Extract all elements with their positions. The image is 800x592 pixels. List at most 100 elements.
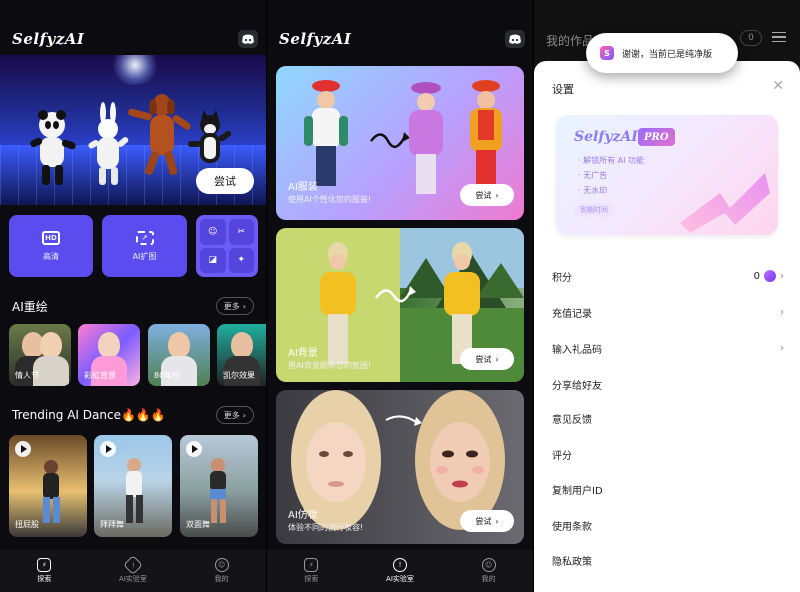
row-label: 评分 <box>552 450 572 462</box>
discord-icon[interactable] <box>238 30 258 48</box>
dance-item-twerk[interactable]: 扭屁股 <box>9 435 87 537</box>
app-s-icon: S <box>600 46 614 60</box>
tab-label: 探索 <box>304 575 319 583</box>
settings-row-points[interactable]: 积分 0 › <box>552 266 784 286</box>
row-label: 输入礼品码 <box>552 344 602 356</box>
menu-icon[interactable] <box>772 32 786 42</box>
pro-feature: · 解锁所有 AI 功能 <box>578 156 645 165</box>
face-swap-icon[interactable]: ☺ <box>200 219 226 245</box>
settings-row-rate[interactable]: 评分 <box>552 444 784 464</box>
ai-background-try-button[interactable]: 尝试 › <box>460 348 514 370</box>
explore-icon: ⚡ <box>37 558 52 572</box>
ai-lab-screen: SelfyzAI AI服装 使用AI个性化您的服装! 尝试 › AI背景 用AI背… <box>267 0 533 592</box>
row-label: 隐私政策 <box>552 556 592 568</box>
dance-item-double[interactable]: 双面舞 <box>180 435 258 537</box>
chevron-right-icon: › <box>495 354 499 364</box>
hd-tool-tile[interactable]: HD 高清 <box>9 215 93 277</box>
tab-label: 我的 <box>481 575 496 583</box>
hero-try-button[interactable]: 尝试 <box>196 168 254 194</box>
discord-icon[interactable] <box>505 30 525 48</box>
settings-title: 设置 <box>552 83 574 96</box>
profile-settings-screen: 我的作品 0 S 谢谢，当前已是纯净版 设置 ✕ SelfyzAI PRO · … <box>534 0 800 592</box>
tab-profile[interactable]: ☺ 我的 <box>459 558 519 584</box>
remove-object-icon[interactable]: ✂ <box>228 219 254 245</box>
eraser-icon[interactable]: ◪ <box>200 247 226 273</box>
card-title: AI背景 <box>288 348 318 359</box>
redraw-item-valentine[interactable]: 情人节 <box>9 324 71 386</box>
settings-row-privacy[interactable]: 隐私政策 <box>552 550 784 570</box>
chevron-right-icon: › <box>495 190 499 200</box>
more-tools-grid[interactable]: ☺ ✂ ◪ ✦ <box>196 215 258 277</box>
enhance-icon[interactable]: ✦ <box>228 247 254 273</box>
profile-icon: ☺ <box>481 558 496 572</box>
tab-ai-lab[interactable]: ! AI实验室 <box>370 558 430 584</box>
row-label: 意见反馈 <box>552 414 592 426</box>
row-label: 分享给好友 <box>552 380 602 392</box>
button-label: 尝试 <box>475 354 492 364</box>
chevron-right-icon: › <box>495 516 499 526</box>
settings-row-recharge-history[interactable]: 充值记录 › <box>552 302 784 322</box>
chevron-right-icon: › <box>780 306 784 318</box>
expand-icon: ↗ <box>135 230 154 245</box>
pro-membership-card[interactable]: SelfyzAI PRO · 解锁所有 AI 功能 · 无广告 · 无水印 到期… <box>556 115 778 235</box>
chevron-right-icon: › <box>242 301 246 311</box>
button-label: 尝试 <box>475 516 492 526</box>
expire-date-label: 到期时间 <box>574 203 614 217</box>
card-subtitle: 使用AI个性化您的服装! <box>288 195 372 204</box>
pro-decoration-shape <box>680 173 770 233</box>
settings-row-gift-code[interactable]: 输入礼品码 › <box>552 338 784 358</box>
dance-item-bye[interactable]: 拜拜舞 <box>94 435 172 537</box>
more-label: 更多 <box>223 301 240 311</box>
works-count-badge: 0 <box>740 30 762 46</box>
tab-label: AI实验室 <box>119 575 147 583</box>
coin-icon <box>764 270 776 282</box>
card-title: AI仿妆 <box>288 510 318 521</box>
more-label: 更多 <box>223 410 240 420</box>
chevron-right-icon: › <box>780 270 784 282</box>
redraw-item-rainbow[interactable]: 彩虹背景 <box>78 324 140 386</box>
redraw-item-keller[interactable]: 凯尔效果 <box>217 324 266 386</box>
row-label: 充值记录 <box>552 308 592 320</box>
ai-redraw-more-button[interactable]: 更多 › <box>215 297 254 315</box>
settings-row-share[interactable]: 分享给好友 <box>552 374 784 394</box>
explore-screen: SelfyzAI 尝试 HD 高清 ↗ AI扩图 ☺ ✂ ◪ ✦ AI重绘 更多… <box>0 0 266 592</box>
toast-text: 谢谢，当前已是纯净版 <box>622 49 713 60</box>
ai-makeup-try-button[interactable]: 尝试 › <box>460 510 514 532</box>
hd-tool-label: 高清 <box>43 251 59 261</box>
tab-explore[interactable]: ⚡ 探索 <box>14 558 74 584</box>
tab-ai-lab[interactable]: ! AI实验室 <box>103 555 163 584</box>
bottom-tab-bar: ⚡ 探索 ! AI实验室 ☺ 我的 <box>267 550 533 592</box>
ai-expand-tool-tile[interactable]: ↗ AI扩图 <box>102 215 187 277</box>
toast-message: S 谢谢，当前已是纯净版 <box>586 33 738 73</box>
lab-icon: ! <box>123 555 143 575</box>
ai-redraw-title: AI重绘 <box>12 300 48 314</box>
dance-label: 双面舞 <box>186 520 210 529</box>
chevron-right-icon: › <box>242 410 246 420</box>
tab-label: 我的 <box>214 575 229 583</box>
close-icon[interactable]: ✕ <box>772 79 784 93</box>
ai-makeup-card[interactable]: AI仿妆 体验不同的流行妆容! 尝试 › <box>276 390 524 544</box>
settings-row-copy-user-id[interactable]: 复制用户ID <box>552 479 784 499</box>
pro-badge: PRO <box>638 128 675 146</box>
ai-outfit-card[interactable]: AI服装 使用AI个性化您的服装! 尝试 › <box>276 66 524 220</box>
chevron-right-icon: › <box>780 342 784 354</box>
redraw-item-80s[interactable]: 80年代 <box>148 324 210 386</box>
redraw-label: 凯尔效果 <box>223 371 255 380</box>
trending-dance-more-button[interactable]: 更多 › <box>215 406 254 424</box>
settings-row-feedback[interactable]: 意见反馈 <box>552 408 784 428</box>
settings-row-terms[interactable]: 使用条款 <box>552 515 784 535</box>
row-label: 使用条款 <box>552 521 592 533</box>
ai-expand-tool-label: AI扩图 <box>132 251 157 261</box>
button-label: 尝试 <box>475 190 492 200</box>
app-logo: SelfyzAI <box>279 30 352 48</box>
redraw-label: 情人节 <box>15 371 39 380</box>
redraw-label: 彩虹背景 <box>84 371 116 380</box>
ai-background-card[interactable]: AI背景 用AI背景刷新您的氛围! 尝试 › <box>276 228 524 382</box>
bottom-tab-bar: ⚡ 探索 ! AI实验室 ☺ 我的 <box>0 550 266 592</box>
points-value: 0 <box>753 270 760 282</box>
tab-explore[interactable]: ⚡ 探索 <box>281 558 341 584</box>
tab-label: AI实验室 <box>386 575 414 583</box>
tab-profile[interactable]: ☺ 我的 <box>192 558 252 584</box>
ai-outfit-try-button[interactable]: 尝试 › <box>460 184 514 206</box>
pro-feature: · 无广告 <box>578 171 608 180</box>
